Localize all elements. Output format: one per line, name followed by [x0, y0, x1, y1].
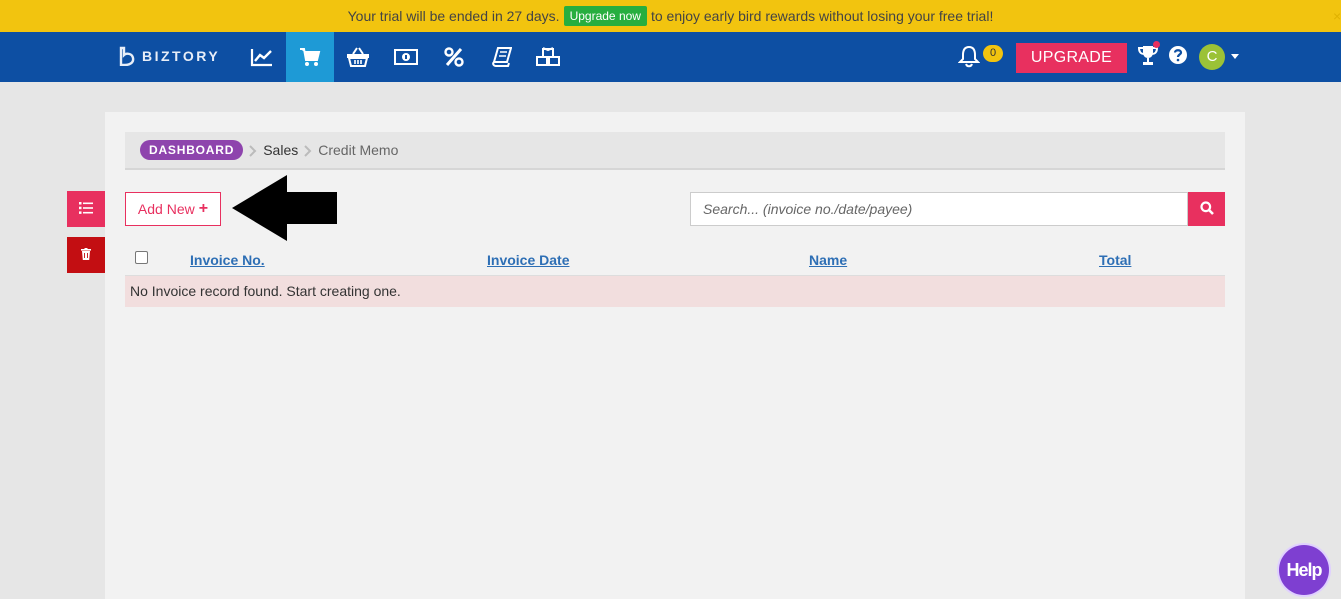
chevron-down-icon[interactable] [1231, 54, 1239, 59]
add-new-label: Add New [137, 201, 195, 217]
upgrade-button[interactable]: UPGRADE [1016, 43, 1127, 73]
trophy-alert-dot [1153, 41, 1160, 48]
list-view-button[interactable] [67, 191, 105, 227]
nav-percent-icon[interactable] [430, 32, 478, 82]
top-navbar: BIZTORY 0 UPGRADE C [0, 32, 1341, 82]
trial-banner-suffix: to enjoy early bird rewards without losi… [650, 8, 994, 24]
breadcrumb-dashboard[interactable]: DASHBOARD [140, 140, 244, 160]
select-all-checkbox[interactable] [135, 251, 148, 264]
help-chat-button[interactable]: Help [1279, 545, 1329, 595]
logo[interactable]: BIZTORY [118, 46, 220, 66]
logo-icon [118, 46, 136, 66]
trial-banner: Your trial will be ended in 27 days. Upg… [0, 0, 1341, 32]
trial-banner-prefix: Your trial will be ended in 27 days. [347, 8, 560, 24]
column-total[interactable]: Total [1099, 252, 1131, 268]
nav-money-icon[interactable] [382, 32, 430, 82]
user-avatar[interactable]: C [1199, 44, 1225, 70]
logo-text: BIZTORY [142, 48, 221, 64]
add-new-button[interactable]: Add New + [125, 192, 221, 226]
column-name[interactable]: Name [809, 252, 847, 268]
table-header: Invoice No. Invoice Date Name Total [125, 242, 1225, 276]
chevron-right-icon [249, 144, 257, 157]
nav-cubes-icon[interactable] [524, 32, 572, 82]
close-icon[interactable]: × [1333, 8, 1341, 24]
chevron-right-icon [304, 144, 312, 157]
breadcrumb: DASHBOARD Sales Credit Memo [125, 132, 1225, 170]
nav-shopping-cart-icon[interactable] [286, 32, 334, 82]
annotation-arrow [231, 174, 339, 245]
breadcrumb-sales[interactable]: Sales [263, 142, 298, 158]
column-invoice-no[interactable]: Invoice No. [190, 252, 265, 268]
trash-icon [81, 247, 91, 263]
nav-chart-line-icon[interactable] [238, 32, 286, 82]
trash-button[interactable] [67, 237, 105, 273]
search-input[interactable] [690, 192, 1188, 226]
breadcrumb-current: Credit Memo [318, 142, 399, 158]
search-button[interactable] [1188, 192, 1225, 226]
notification-count-badge: 0 [983, 45, 1003, 62]
empty-table-message: No Invoice record found. Start creating … [125, 276, 1225, 307]
column-invoice-date[interactable]: Invoice Date [487, 252, 569, 268]
plus-icon: + [198, 200, 209, 217]
nav-book-icon[interactable] [478, 32, 526, 82]
list-icon [79, 201, 93, 217]
search-icon [1199, 200, 1214, 218]
notification-bell-icon[interactable] [957, 44, 981, 68]
nav-basket-icon[interactable] [334, 32, 382, 82]
help-question-icon[interactable] [1168, 45, 1188, 65]
upgrade-now-button[interactable]: Upgrade now [563, 6, 647, 26]
